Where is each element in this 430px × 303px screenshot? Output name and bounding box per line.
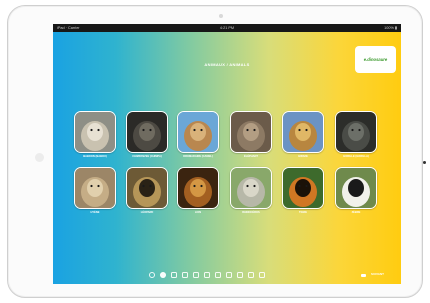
home-button[interactable]	[423, 161, 426, 164]
animal-label: DROMADAIRE (CAMEL)	[183, 155, 213, 158]
animal-label: BABOON (BABOU)	[83, 155, 107, 158]
leopard-photo	[126, 167, 168, 209]
animal-tile[interactable]: ÉLÉPHANT	[230, 111, 272, 158]
giraffe-photo	[282, 111, 324, 153]
animal-label: TIGRE	[299, 211, 307, 214]
animal-label: CHIMPANZEE (CHIMPA)	[132, 155, 162, 158]
page-dot[interactable]	[171, 272, 177, 278]
page-dot[interactable]	[226, 272, 232, 278]
animal-tile[interactable]: LION	[177, 167, 219, 214]
animal-label: GIRAFE	[298, 155, 308, 158]
page-dot[interactable]	[193, 272, 199, 278]
page-dot[interactable]	[237, 272, 243, 278]
animal-label: LION	[194, 211, 202, 214]
animal-label: GORILLE (GORILLA)	[343, 155, 369, 158]
chimpanzee-photo	[126, 111, 168, 153]
animal-tile[interactable]: BABOON (BABOU)	[74, 111, 116, 158]
animal-label: LÉOPARD	[140, 211, 154, 214]
animal-tile[interactable]: CHIMPANZEE (CHIMPA)	[126, 111, 168, 158]
gorilla-photo	[335, 111, 377, 153]
animal-label: ÉLÉPHANT	[244, 155, 258, 158]
tablet-edge-glare	[35, 153, 44, 162]
animal-tile[interactable]: ZÈBRE	[335, 167, 377, 214]
camera-dot	[219, 14, 223, 18]
page-dot[interactable]	[215, 272, 221, 278]
next-button[interactable]: SUIVANT	[371, 272, 384, 276]
animal-tile[interactable]: RHINOCÉROS	[230, 167, 272, 214]
animal-tile[interactable]: DROMADAIRE (CAMEL)	[177, 111, 219, 158]
zebra-photo	[335, 167, 377, 209]
camel-photo	[177, 111, 219, 153]
animal-tile[interactable]: GORILLE (GORILLA)	[335, 111, 377, 158]
hyena-photo	[74, 167, 116, 209]
animal-tile[interactable]: LÉOPARD	[126, 167, 168, 214]
page-dot[interactable]	[204, 272, 210, 278]
lion-photo	[177, 167, 219, 209]
page-dot[interactable]	[149, 272, 155, 278]
animal-label: ZÈBRE	[351, 211, 361, 214]
animal-label: RHINOCÉROS	[242, 211, 260, 214]
animal-tile[interactable]: TIGRE	[282, 167, 324, 214]
animal-label: HYÈNE	[90, 211, 100, 214]
animal-tile[interactable]: HYÈNE	[74, 167, 116, 214]
animal-grid: BABOON (BABOU) CHIMPANZEE (CHIMPA) DROMADA…	[53, 24, 401, 284]
next-arrow-icon[interactable]	[361, 273, 366, 277]
page-dot[interactable]	[248, 272, 254, 278]
page-dot[interactable]	[259, 272, 265, 278]
rhinoceros-photo	[230, 167, 272, 209]
page-dot[interactable]	[182, 272, 188, 278]
page-indicator	[149, 271, 309, 279]
tiger-photo	[282, 167, 324, 209]
elephant-photo	[230, 111, 272, 153]
app-screen: iPad · Carrier 4:21 PM 100% ▮ ANIMAUX / …	[53, 24, 401, 284]
baboon-photo	[74, 111, 116, 153]
animal-tile[interactable]: GIRAFE	[282, 111, 324, 158]
page-dot[interactable]	[160, 272, 166, 278]
